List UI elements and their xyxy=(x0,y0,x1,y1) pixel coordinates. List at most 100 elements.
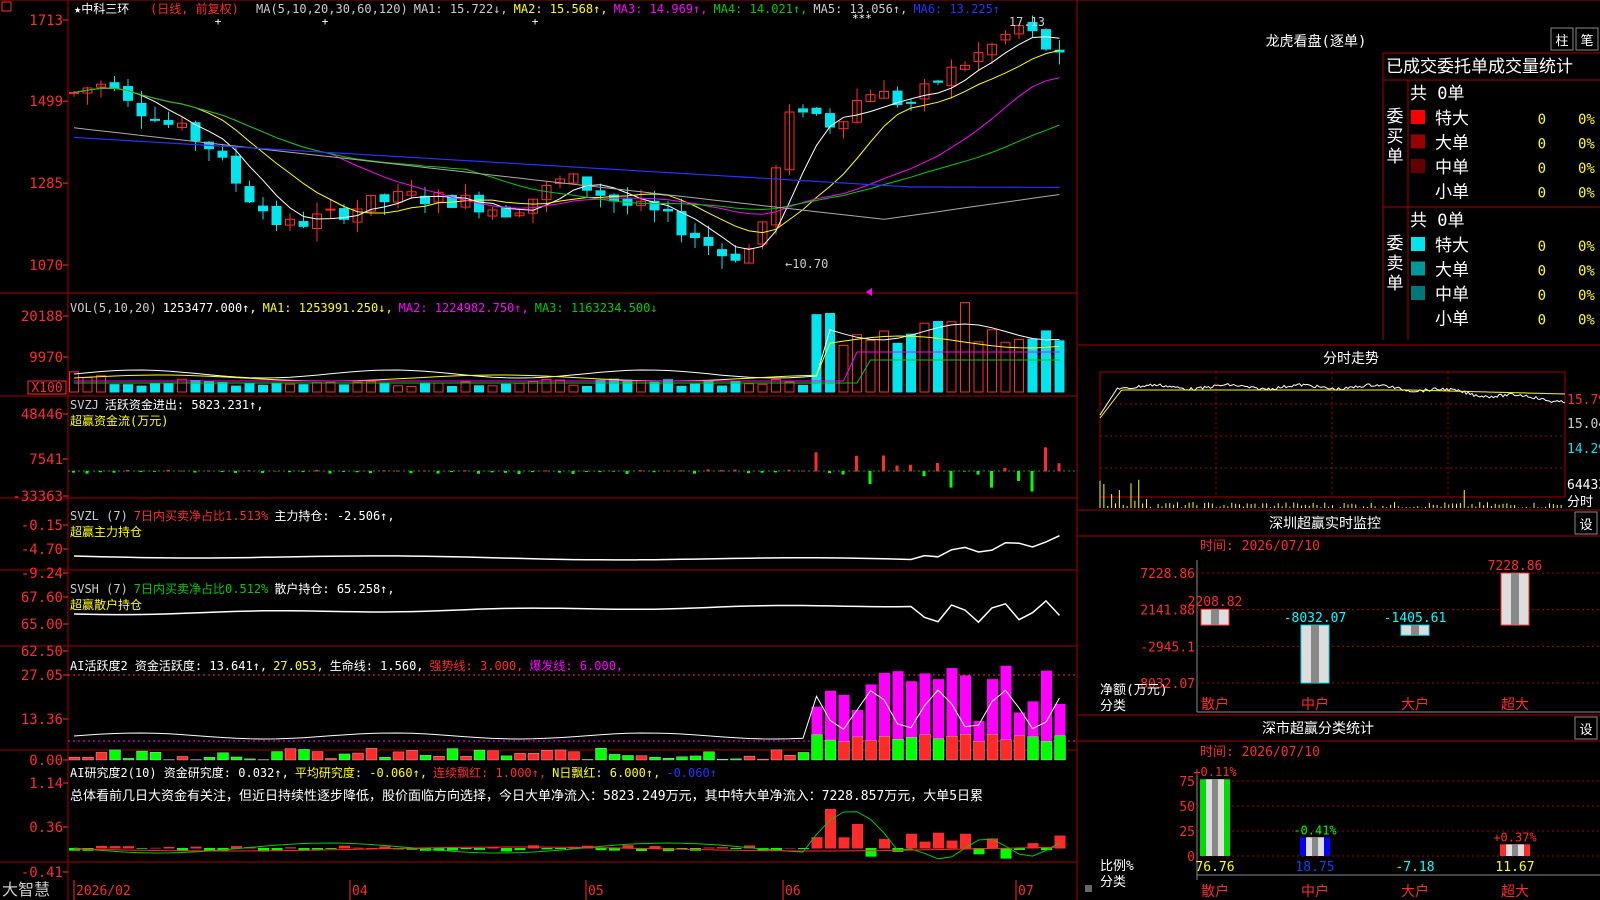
active-base-bar xyxy=(271,751,283,761)
research-bar xyxy=(865,848,877,857)
svsh-axis-label: 65.00 xyxy=(21,617,63,633)
ma-legend-item: MA(5,10,20,30,60,120) xyxy=(256,2,408,16)
volume-bar xyxy=(69,371,79,393)
dt-sell-row-name: 小单 xyxy=(1435,310,1469,330)
active-base-bar xyxy=(433,756,445,761)
volume-bar xyxy=(744,383,754,393)
svzj-bar xyxy=(369,471,372,474)
svzj-bar xyxy=(828,471,831,474)
ma-legend-item: MA2: 15.568↑, xyxy=(514,2,608,16)
research-bar xyxy=(798,848,809,850)
svzj-bar xyxy=(598,471,602,473)
stock-chart-canvas[interactable]: 1713 1499 1285 1070 ★中科三环 (日线, 前复权) MA(5,10,20… xyxy=(0,0,1600,900)
active-base-bar xyxy=(1013,735,1026,761)
dt-buy-row-pct: 0% xyxy=(1578,112,1595,128)
dt-sell-row-pct: 0% xyxy=(1578,264,1595,280)
svzj-bar xyxy=(585,471,588,472)
active-base-bar xyxy=(554,749,567,761)
vol-legend-item: MA2: 1224982.750↑, xyxy=(399,301,529,315)
active-base-bar xyxy=(878,736,891,761)
dt-buy-label-char: 委 xyxy=(1387,107,1404,127)
research-bar xyxy=(879,839,890,849)
svzl-axis-label: -4.70 xyxy=(21,542,63,558)
active-base-bar xyxy=(392,751,405,761)
research-bar xyxy=(501,848,512,852)
active-base-bar xyxy=(176,756,189,761)
svzl-legend-item: SVZL (7) xyxy=(70,509,128,523)
date-axis-label: 05 xyxy=(588,884,604,899)
active-base-bar xyxy=(298,749,310,761)
candle-body xyxy=(703,237,714,246)
svsh-axis-label: 67.60 xyxy=(21,590,63,606)
sz-monitor-unit: 净额(万元) xyxy=(1100,683,1168,698)
active-base-bar xyxy=(109,749,121,761)
active-bar xyxy=(1027,701,1039,737)
volume-bar xyxy=(676,385,687,393)
active-bar xyxy=(879,672,890,737)
active-base-bar xyxy=(932,738,945,761)
active-base-bar xyxy=(770,749,783,761)
research-bar xyxy=(447,848,458,851)
research-bar xyxy=(123,846,134,849)
active-base-bar xyxy=(797,752,810,761)
active-base-bar xyxy=(730,758,742,761)
svsh-legend-item: 散户持仓: 65.258↑, xyxy=(274,581,394,596)
ai-research-legend: AI研究度2(10) 资金研究度: 0.032↑, 平均研究度: -0.060↑,… xyxy=(70,765,717,780)
svzl-legend: SVZL (7) 7日内买卖净占比1.513% 主力持仓: -2.506↑, xyxy=(70,508,395,523)
research-bar xyxy=(109,846,121,849)
research-bar xyxy=(474,848,485,850)
candle-body xyxy=(730,253,741,261)
svzj-bar xyxy=(72,471,75,473)
active-base-bar xyxy=(986,734,999,761)
volume-bar xyxy=(1000,341,1011,393)
svzj-axis-label: 7541 xyxy=(29,452,63,468)
sz-monitor-bar-shade xyxy=(1411,625,1419,636)
svzj-bar xyxy=(990,471,993,488)
candle-body xyxy=(109,82,120,89)
intraday-axis-label: 14.29 xyxy=(1567,442,1600,457)
candle-body xyxy=(150,118,160,121)
active-base-bar xyxy=(244,758,256,761)
research-bar xyxy=(825,809,836,849)
research-bar xyxy=(919,841,931,849)
dt-sell-row-name: 大单 xyxy=(1435,261,1469,281)
volume-bar xyxy=(717,385,727,393)
research-bar xyxy=(595,848,607,851)
dt-sell-row-name: 特大 xyxy=(1435,236,1469,256)
svzj-bar xyxy=(450,471,453,473)
research-bar xyxy=(325,848,337,849)
dt-sell-row-pct: 0% xyxy=(1578,239,1595,255)
sz-classify-bar-shade xyxy=(1512,844,1518,856)
svzj-bar xyxy=(706,469,710,472)
active-base-bar xyxy=(68,756,81,761)
active-bar xyxy=(919,673,931,735)
candle-body xyxy=(271,205,282,225)
dt-sell-row-val: 0 xyxy=(1538,264,1546,280)
volume-bar xyxy=(622,379,633,393)
volume-bar xyxy=(352,381,363,393)
ai-active-legend-item: 生命线: 1.560, xyxy=(330,658,424,673)
candle-body xyxy=(825,113,835,128)
volume-bar xyxy=(582,385,592,393)
svzj-bar xyxy=(112,471,116,473)
sz-monitor-time: 时间: 2026/07/10 xyxy=(1200,539,1320,554)
candles-layer xyxy=(69,15,1065,269)
svzj-bar xyxy=(949,471,953,488)
volume-bar xyxy=(298,384,309,393)
dt-buy-row-pct: 0% xyxy=(1578,186,1595,202)
volume-bar xyxy=(811,314,822,393)
active-bar xyxy=(946,668,958,737)
active-base-bar xyxy=(905,737,918,761)
active-bar xyxy=(838,694,850,742)
dt-buy-total: 共 0单 xyxy=(1410,84,1464,104)
candle-body xyxy=(244,186,255,203)
research-bar xyxy=(163,846,175,849)
ai-active-legend-item: 爆发线: 6.000, xyxy=(529,658,623,673)
svzj-bar xyxy=(153,471,156,472)
sz-monitor-cat-label: 超大 xyxy=(1501,697,1529,713)
sz-classify-change: +0.11% xyxy=(1193,765,1237,779)
ai-research-legend-item: AI研究度2(10) 资金研究度: 0.032↑, xyxy=(70,765,289,780)
candle-body xyxy=(582,176,592,191)
price-axis-label: 1070 xyxy=(29,258,63,274)
sz-classify-val: -7.18 xyxy=(1395,860,1434,875)
